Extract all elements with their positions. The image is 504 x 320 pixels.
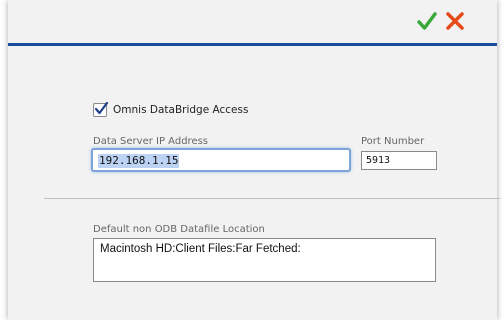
datafile-location-value: Macintosh HD:Client Files:Far Fetched: — [100, 243, 301, 255]
ip-address-value: 192.168.1.15 — [98, 154, 180, 168]
checkmark-icon[interactable] — [416, 10, 438, 32]
panel-header — [8, 0, 497, 46]
ip-address-label: Data Server IP Address — [93, 136, 209, 147]
header-divider — [8, 43, 497, 46]
databridge-checkbox-label: Omnis DataBridge Access — [113, 104, 249, 116]
datafile-location-label: Default non ODB Datafile Location — [93, 224, 265, 235]
ip-address-input[interactable]: 192.168.1.15 — [91, 148, 351, 172]
port-number-input[interactable]: 5913 — [361, 151, 437, 170]
cross-icon[interactable] — [445, 11, 465, 31]
checkmark-icon — [94, 101, 109, 115]
section-divider — [44, 198, 500, 199]
databridge-checkbox[interactable] — [93, 101, 109, 117]
settings-panel: Omnis DataBridge Access Data Server IP A… — [8, 0, 500, 320]
port-number-label: Port Number — [361, 136, 425, 147]
preferences-window: Omnis DataBridge Access Data Server IP A… — [0, 0, 504, 320]
datafile-location-input[interactable]: Macintosh HD:Client Files:Far Fetched: — [93, 238, 436, 282]
port-number-value: 5913 — [366, 155, 391, 166]
